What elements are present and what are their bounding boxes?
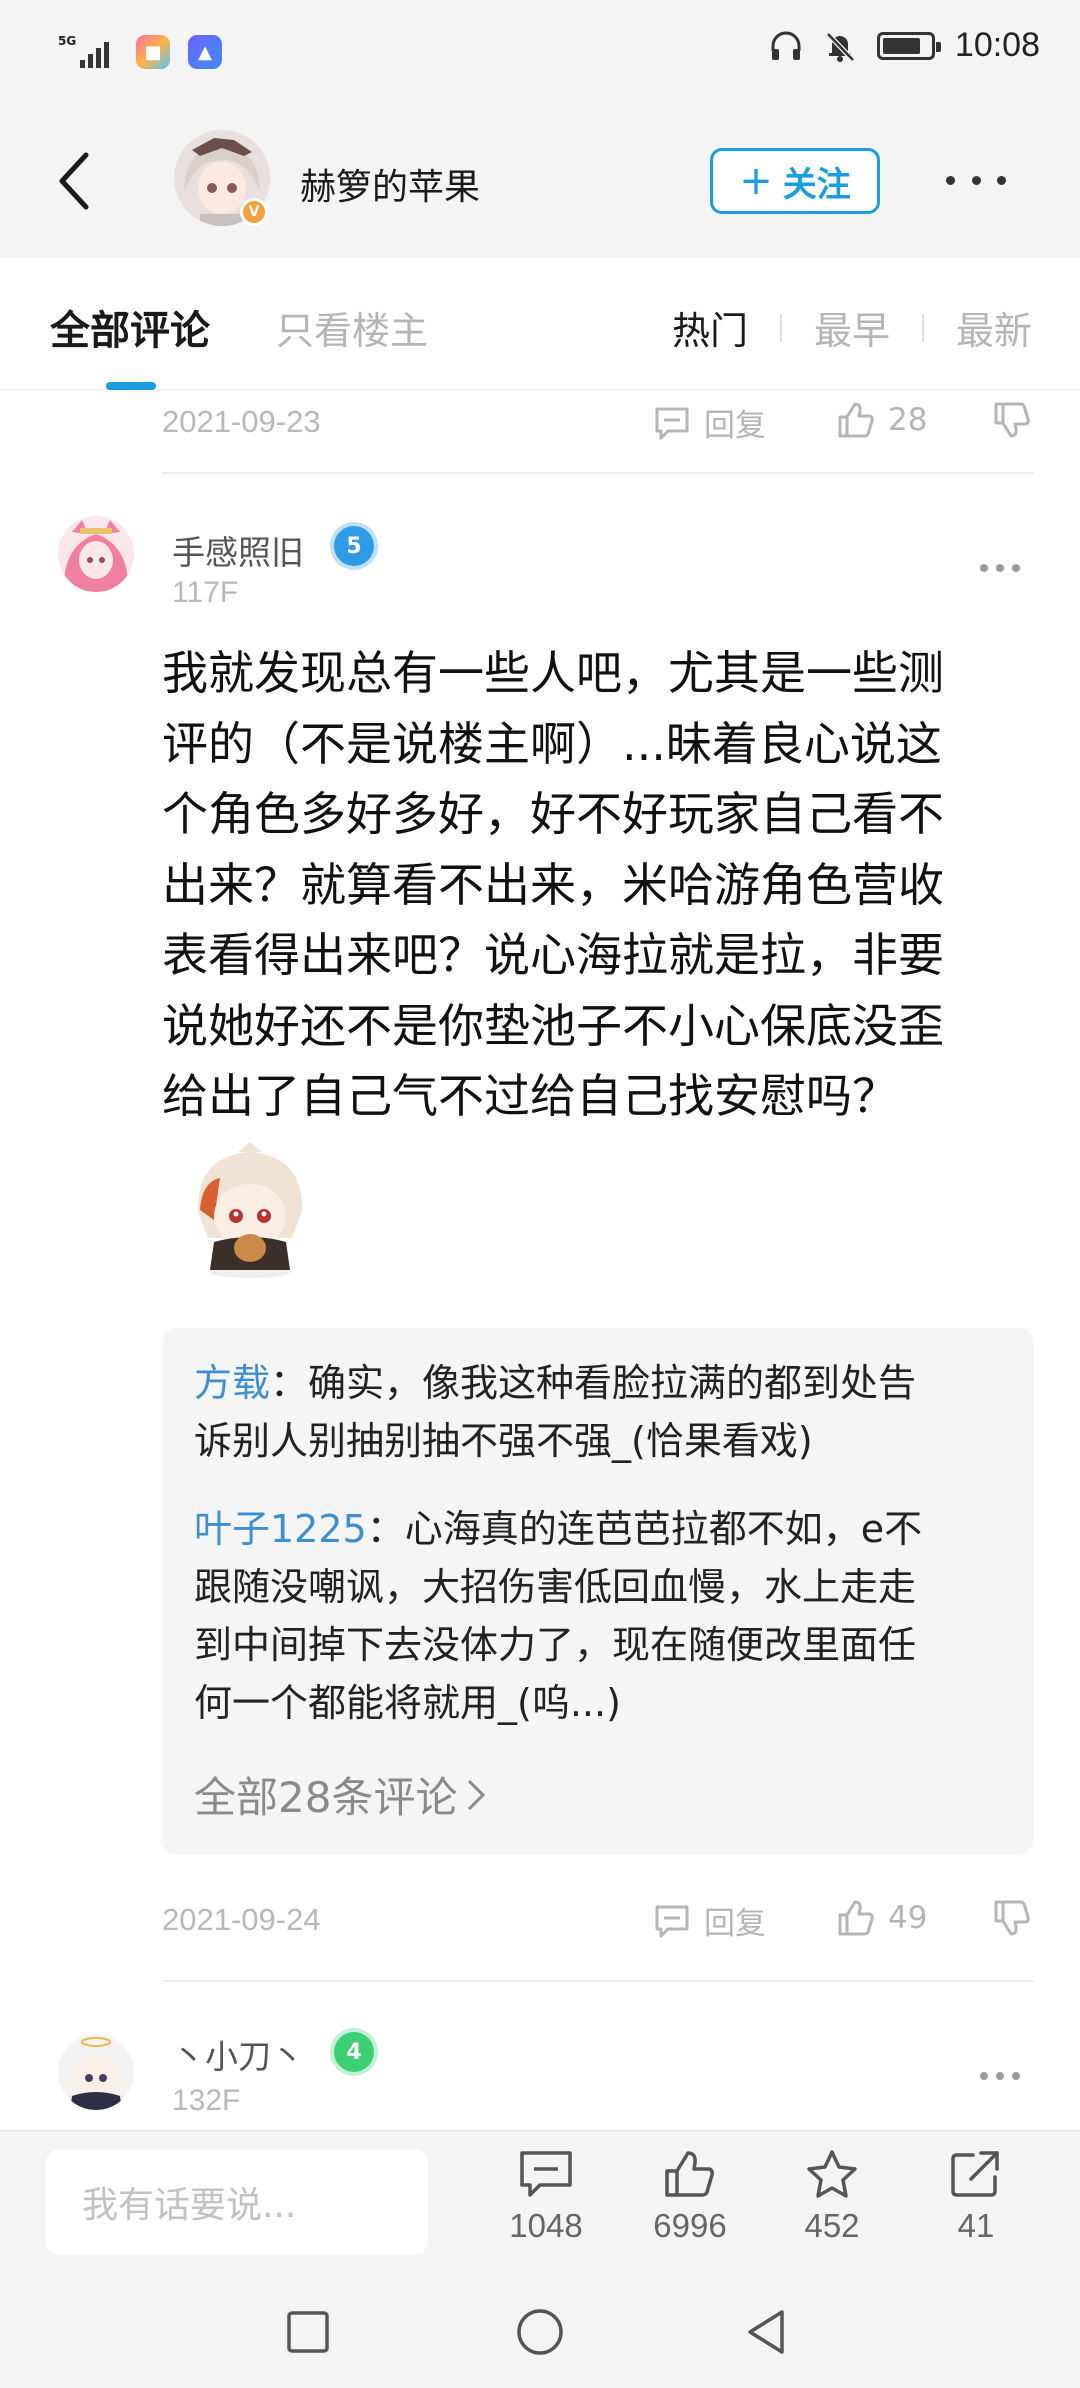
reply-button[interactable]: 回复	[652, 1898, 766, 1943]
comment-body: 我就发现总有一些人吧，尤其是一些测 评的（不是说楼主啊）...昧着良心说这 个角…	[162, 646, 944, 1123]
chevron-right-icon	[468, 1779, 486, 1810]
comment-actions: 2021-09-24 回复 49	[162, 1892, 1032, 1952]
education-app-icon: ▲	[188, 35, 222, 69]
sort-divider	[779, 313, 782, 342]
plus-icon: +	[739, 158, 773, 204]
comment-icon	[520, 2151, 572, 2197]
comment-divider	[162, 472, 1034, 474]
notification-app-icon: ■	[136, 35, 170, 69]
comment-date: 2021-09-23	[162, 404, 321, 439]
mute-bell-icon	[826, 31, 855, 62]
back-nav-button[interactable]	[744, 2308, 788, 2356]
follow-label: 关注	[782, 164, 851, 205]
thumbs-down-icon	[994, 1900, 1030, 1936]
comment-username[interactable]: 丶小刀丶	[172, 2030, 304, 2078]
sub-replies-box[interactable]: 方载：确实，像我这种看脸拉满的都到处告 诉别人别抽别抽不强不强_(恰果看戏) 叶…	[162, 1328, 1034, 1854]
comment-username[interactable]: 手感照旧	[172, 526, 304, 574]
sort-divider	[921, 313, 924, 342]
favorite-button[interactable]: 452	[772, 2149, 892, 2245]
reply-icon	[655, 1905, 689, 1937]
dislike-button[interactable]	[992, 400, 1032, 440]
reply-icon	[655, 407, 689, 439]
like-post-button[interactable]: 6996	[630, 2149, 750, 2245]
recent-apps-button[interactable]	[286, 2310, 330, 2354]
comment-divider	[162, 1980, 1034, 1982]
tab-indicator	[106, 382, 156, 390]
bottom-action-bar: 我有话要说... 1048 6996 452 41	[0, 2130, 1080, 2270]
comment-input[interactable]: 我有话要说...	[46, 2149, 428, 2255]
like-button[interactable]: 49	[836, 1898, 927, 1938]
author-name[interactable]: 赫箩的苹果	[300, 158, 480, 210]
thumbs-up-icon	[838, 1900, 874, 1936]
dislike-button[interactable]	[992, 1898, 1032, 1938]
comments-button[interactable]: 1048	[486, 2149, 606, 2245]
signal-icon: 5G	[58, 34, 118, 70]
tab-all-comments[interactable]: 全部评论	[50, 298, 210, 356]
sub-reply[interactable]: 叶子1225：心海真的连芭芭拉都不如，e不 跟随没嘲讽，大招伤害低回血慢，水上走…	[194, 1500, 1004, 1732]
status-bar: 5G ■ ▲ 10:08	[0, 0, 1080, 108]
tab-owner-only[interactable]: 只看楼主	[276, 300, 428, 355]
sort-options: 热门 最早 最新	[672, 300, 1032, 355]
level-badge: 5	[334, 526, 374, 566]
sticker-image[interactable]	[180, 1142, 320, 1282]
clock: 10:08	[954, 26, 1040, 64]
thumbs-up-icon	[838, 402, 874, 438]
thumbs-down-icon	[994, 402, 1030, 438]
floor-number: 132F	[172, 2084, 241, 2117]
share-button[interactable]: 41	[916, 2149, 1036, 2245]
sub-reply[interactable]: 方载：确实，像我这种看脸拉满的都到处告 诉别人别抽别抽不强不强_(恰果看戏)	[194, 1354, 1004, 1470]
chevron-left-icon	[59, 152, 89, 210]
star-icon	[807, 2150, 857, 2198]
back-button[interactable]	[44, 146, 104, 216]
comment-tabs: 全部评论 只看楼主 热门 最早 最新	[0, 258, 1080, 390]
system-nav-bar	[0, 2270, 1080, 2388]
verified-badge: V	[240, 198, 268, 226]
floor-number: 117F	[172, 576, 239, 609]
sort-hot[interactable]: 热门	[672, 300, 748, 355]
view-all-replies-link[interactable]: 全部28条评论	[194, 1764, 487, 1825]
sort-newest[interactable]: 最新	[956, 300, 1032, 355]
comment-more-button[interactable]	[980, 2072, 1020, 2084]
sort-earliest[interactable]: 最早	[814, 300, 890, 355]
thumbs-up-icon	[665, 2151, 714, 2197]
headphones-icon	[771, 31, 801, 60]
sub-reply-author[interactable]: 叶子1225	[194, 1507, 367, 1551]
reply-button[interactable]: 回复	[652, 400, 766, 445]
top-nav: V 赫箩的苹果 + 关注	[0, 108, 1080, 258]
follow-button[interactable]: + 关注	[710, 148, 880, 214]
more-options-button[interactable]	[946, 160, 1006, 200]
prev-comment-actions: 2021-09-23 回复 28	[162, 394, 1032, 454]
sub-reply-author[interactable]: 方载	[194, 1361, 270, 1405]
user-avatar[interactable]	[58, 516, 134, 592]
share-icon	[951, 2151, 999, 2197]
comment-date: 2021-09-24	[162, 1902, 321, 1937]
battery-icon	[876, 31, 941, 60]
level-badge: 4	[334, 2032, 374, 2072]
comment-more-button[interactable]	[980, 564, 1020, 576]
like-button[interactable]: 28	[836, 400, 927, 440]
user-avatar[interactable]	[58, 2034, 134, 2110]
home-button[interactable]	[516, 2308, 564, 2356]
